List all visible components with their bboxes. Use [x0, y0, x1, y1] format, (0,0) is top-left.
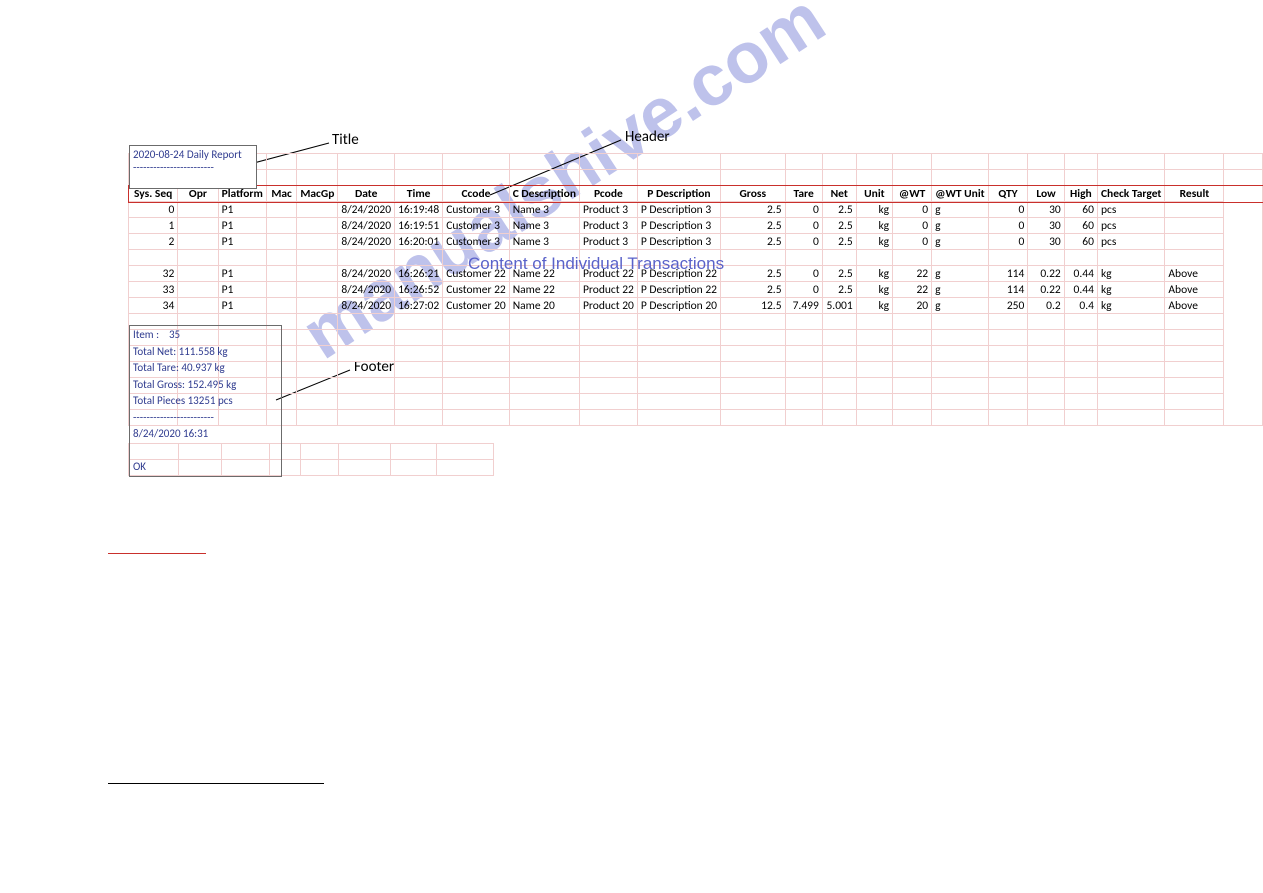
report-title-line1: 2020-08-24 Daily Report: [133, 148, 253, 161]
footer-total-tare: Total Tare: 40.937 kg: [133, 360, 278, 377]
table-header-row: Sys. Seq Opr Platform Mac MacGp Date Tim…: [129, 186, 1263, 202]
col-qty: QTY: [988, 186, 1028, 202]
col-high: High: [1064, 186, 1097, 202]
col-awtu: @WT Unit: [932, 186, 989, 202]
blank-row: [129, 170, 1263, 186]
footer-item-label: Item :: [133, 328, 159, 341]
col-ccode: Ccode: [443, 186, 510, 202]
content-overlay-text: Content of Individual Transactions: [468, 254, 724, 274]
col-pcode: Pcode: [579, 186, 637, 202]
footer-total-net: Total Net: 111.558 kg: [133, 344, 278, 361]
annotation-title: Title: [332, 131, 359, 149]
col-low: Low: [1028, 186, 1064, 202]
table-row: 2P18/24/202016:20:01Customer 3Name 3Prod…: [129, 234, 1263, 250]
black-divider: [108, 783, 324, 784]
col-gross: Gross: [720, 186, 785, 202]
table-row: 1P18/24/202016:19:51Customer 3Name 3Prod…: [129, 218, 1263, 234]
report-table: Sys. Seq Opr Platform Mac MacGp Date Tim…: [128, 153, 1263, 426]
col-mac: Mac: [266, 186, 296, 202]
col-tare: Tare: [785, 186, 822, 202]
table-row: 0P18/24/202016:19:48Customer 3Name 3Prod…: [129, 202, 1263, 218]
footer-timestamp: 8/24/2020 16:31: [133, 426, 278, 443]
col-cdesc: C Description: [509, 186, 579, 202]
footer-total-gross: Total Gross: 152.495 kg: [133, 377, 278, 394]
blank-row: [129, 410, 1263, 426]
report-footer-box: Item : 35 Total Net: 111.558 kg Total Ta…: [129, 325, 282, 477]
col-time: Time: [395, 186, 443, 202]
col-macgp: MacGp: [297, 186, 338, 202]
blank-row: [129, 154, 1263, 170]
red-divider: [108, 553, 206, 554]
report-title-dashes: ------------------------: [133, 161, 253, 174]
col-result: Result: [1165, 186, 1224, 202]
table-row: 33P18/24/202016:26:52Customer 22Name 22P…: [129, 282, 1263, 298]
col-awt: @WT: [893, 186, 932, 202]
blank-row: [129, 362, 1263, 378]
annotation-header: Header: [625, 128, 670, 146]
report-title-box: 2020-08-24 Daily Report ----------------…: [129, 145, 257, 189]
blank-row: [129, 330, 1263, 346]
table-row: 34P18/24/202016:27:02Customer 20Name 20P…: [129, 298, 1263, 314]
blank-row: [129, 314, 1263, 330]
col-net: Net: [822, 186, 856, 202]
footer-ok: OK: [133, 459, 278, 476]
blank-row: [129, 346, 1263, 362]
blank-row: [129, 378, 1263, 394]
col-date: Date: [338, 186, 395, 202]
footer-item-value: 35: [169, 328, 180, 341]
col-check-target: Check Target: [1097, 186, 1164, 202]
col-pdesc: P Description: [637, 186, 720, 202]
footer-total-pieces: Total Pieces 13251 pcs: [133, 393, 278, 410]
blank-row: [129, 394, 1263, 410]
col-unit: Unit: [856, 186, 892, 202]
footer-dashes: ------------------------: [133, 410, 278, 427]
